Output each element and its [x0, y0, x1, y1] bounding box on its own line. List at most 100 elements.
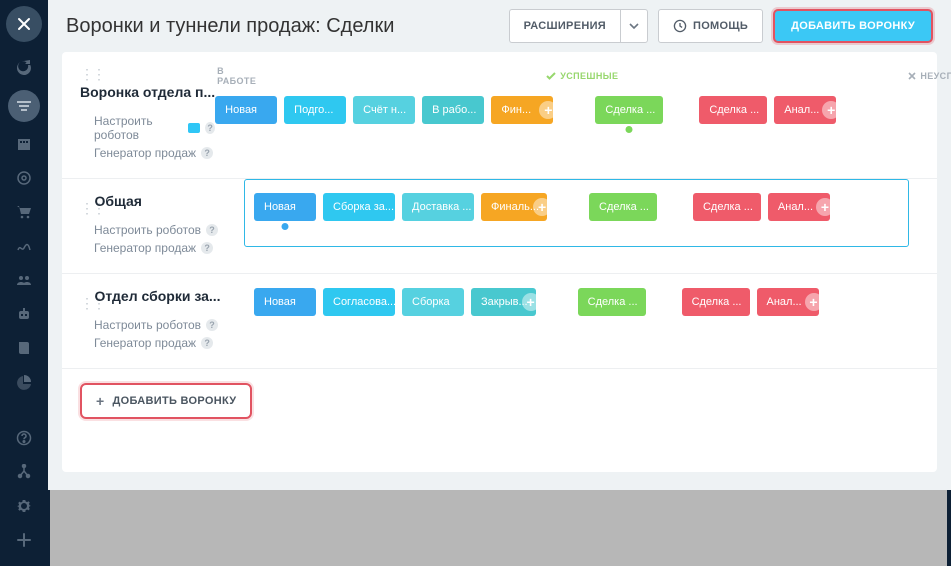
filter-icon[interactable] [8, 90, 40, 122]
funnel-row: ⋮⋮ Общая Настроить роботов ? Генератор п… [62, 179, 937, 274]
status-fail-label: НЕУСПЕШНЫЕ [908, 66, 951, 86]
stages-row: Новая Подго... Счёт н... В рабо... Фин..… [215, 96, 951, 124]
clock-icon [673, 19, 687, 33]
add-stage-icon[interactable]: + [805, 293, 823, 311]
stage[interactable]: Сборка [402, 288, 464, 316]
help-label: ПОМОЩЬ [693, 20, 748, 32]
extensions-dropdown[interactable] [620, 9, 648, 43]
status-success-label: УСПЕШНЫЕ [546, 66, 618, 86]
chevron-down-icon [629, 23, 639, 29]
add-stage-icon[interactable]: + [539, 101, 557, 119]
extensions-split: РАСШИРЕНИЯ [509, 9, 648, 43]
add-stage-icon[interactable]: + [822, 101, 840, 119]
header-actions: РАСШИРЕНИЯ ПОМОЩЬ ДОБАВИТЬ ВОРОНКУ [509, 9, 933, 43]
funnel-row: ⋮⋮ Отдел сборки за... Настроить роботов … [62, 274, 937, 369]
book-icon[interactable] [8, 336, 40, 360]
app-sidebar [0, 0, 48, 566]
sales-generator-link[interactable]: Генератор продаж ? [80, 146, 215, 160]
extensions-button[interactable]: РАСШИРЕНИЯ [509, 9, 620, 43]
stage-dot [626, 126, 633, 133]
stage[interactable]: Сделка ... [699, 96, 767, 124]
stage[interactable]: Сделка ... [589, 193, 657, 221]
stage[interactable]: Согласова... [323, 288, 395, 316]
funnel-name[interactable]: Воронка отдела п... [80, 84, 215, 100]
add-funnel-top-label: ДОБАВИТЬ ВОРОНКУ [791, 20, 915, 32]
status-headers: В РАБОТЕ УСПЕШНЫЕ НЕУСПЕШНЫЕ [215, 66, 951, 86]
stage[interactable]: Сделка ... [595, 96, 663, 124]
stage[interactable]: Сделка ... [693, 193, 761, 221]
target-icon[interactable] [8, 166, 40, 190]
stage[interactable]: Закрыв... + [471, 288, 536, 316]
stage[interactable]: Новая [254, 288, 316, 316]
stage[interactable]: Счёт н... [353, 96, 415, 124]
question-hint-icon[interactable]: ? [205, 122, 215, 134]
stage[interactable]: Анал... + [768, 193, 830, 221]
stage-area: Новая Согласова... Сборка Закрыв... + Сд… [254, 288, 937, 316]
funnel-left: ⋮⋮ Общая Настроить роботов ? Генератор п… [72, 193, 254, 259]
status-work-label: В РАБОТЕ [217, 66, 256, 86]
cart-icon[interactable] [8, 200, 40, 224]
question-hint-icon[interactable]: ? [201, 242, 213, 254]
page-header: Воронки и туннели продаж: Сделки РАСШИРЕ… [48, 0, 951, 52]
stage[interactable]: Сделка ... [578, 288, 646, 316]
funnels-card: ⋮⋮ Воронка отдела п... Настроить роботов… [62, 52, 937, 472]
funnel-name[interactable]: Отдел сборки за... [94, 288, 220, 304]
plus-icon: + [96, 393, 104, 409]
sign-icon[interactable] [8, 234, 40, 258]
gear-icon[interactable] [8, 494, 40, 518]
question-hint-icon[interactable]: ? [206, 319, 218, 331]
funnel-left: ⋮⋮ Отдел сборки за... Настроить роботов … [72, 288, 254, 354]
stage[interactable]: Новая [254, 193, 316, 221]
drag-handle-icon[interactable]: ⋮⋮ [80, 200, 90, 217]
add-stage-icon[interactable]: + [533, 198, 551, 216]
drag-handle-icon[interactable]: ⋮⋮ [80, 66, 90, 83]
drag-handle-icon[interactable]: ⋮⋮ [80, 295, 90, 312]
robot-badge-icon [188, 123, 200, 133]
stage[interactable]: Сделка ... [682, 288, 750, 316]
question-hint-icon[interactable]: ? [201, 337, 213, 349]
pie-icon[interactable] [8, 370, 40, 394]
plus-icon[interactable] [8, 528, 40, 552]
stage[interactable]: Доставка ... [402, 193, 474, 221]
question-hint-icon[interactable]: ? [201, 147, 213, 159]
add-stage-icon[interactable]: + [816, 198, 834, 216]
sales-generator-link[interactable]: Генератор продаж ? [80, 241, 254, 255]
stages-row: Новая Сборка за... Доставка ... Финаль..… [254, 193, 937, 221]
page-title: Воронки и туннели продаж: Сделки [66, 15, 509, 38]
stage[interactable]: Финаль... + [481, 193, 547, 221]
funnel-left: ⋮⋮ Воронка отдела п... Настроить роботов… [72, 66, 215, 164]
configure-robots-link[interactable]: Настроить роботов ? [80, 114, 215, 142]
stage[interactable]: Анал... + [774, 96, 836, 124]
configure-robots-link[interactable]: Настроить роботов ? [80, 223, 254, 237]
extensions-label: РАСШИРЕНИЯ [524, 20, 606, 32]
stage[interactable]: Подго... [284, 96, 346, 124]
page: Воронки и туннели продаж: Сделки РАСШИРЕ… [48, 0, 951, 490]
configure-robots-link[interactable]: Настроить роботов ? [80, 318, 254, 332]
stage[interactable]: Анал... + [757, 288, 819, 316]
help-button[interactable]: ПОМОЩЬ [658, 9, 763, 43]
robot-icon[interactable] [8, 302, 40, 326]
stage-dot [282, 223, 289, 230]
add-funnel-top-button[interactable]: ДОБАВИТЬ ВОРОНКУ [773, 9, 933, 43]
refresh-icon[interactable] [8, 56, 40, 80]
bottom-strip [50, 490, 947, 566]
add-funnel-bottom-label: ДОБАВИТЬ ВОРОНКУ [112, 395, 236, 407]
branch-icon[interactable] [8, 460, 40, 484]
stage[interactable]: Сборка за... [323, 193, 395, 221]
stage[interactable]: Фин... + [491, 96, 553, 124]
stages-row: Новая Согласова... Сборка Закрыв... + Сд… [254, 288, 937, 316]
stage[interactable]: В рабо... [422, 96, 484, 124]
add-stage-icon[interactable]: + [522, 293, 540, 311]
group-icon[interactable] [8, 268, 40, 292]
funnel-row: ⋮⋮ Воронка отдела п... Настроить роботов… [62, 52, 937, 179]
stage-area: Новая Сборка за... Доставка ... Финаль..… [254, 193, 937, 221]
question-icon[interactable] [8, 426, 40, 450]
stage-area: В РАБОТЕ УСПЕШНЫЕ НЕУСПЕШНЫЕ Новая Подго… [215, 66, 951, 124]
sales-generator-link[interactable]: Генератор продаж ? [80, 336, 254, 350]
stage[interactable]: Новая [215, 96, 277, 124]
funnel-name[interactable]: Общая [94, 193, 141, 209]
building-icon[interactable] [8, 132, 40, 156]
close-icon[interactable] [6, 6, 42, 42]
add-funnel-bottom-button[interactable]: + ДОБАВИТЬ ВОРОНКУ [80, 383, 252, 419]
question-hint-icon[interactable]: ? [206, 224, 218, 236]
